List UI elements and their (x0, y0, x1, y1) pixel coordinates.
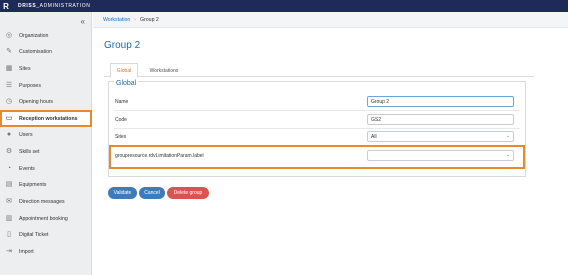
sidebar-item-label: Import (19, 249, 34, 255)
building-icon: ▦ (5, 65, 13, 72)
breadcrumb-separator: › (134, 16, 137, 23)
sidebar-item-skills-set[interactable]: ⚙ Skills set (0, 144, 92, 160)
brand-logo[interactable]: R (0, 0, 12, 12)
cancel-button[interactable]: Cancel (139, 187, 165, 199)
sidebar-item-label: Skills set (19, 149, 40, 155)
sites-label: Sites (115, 134, 127, 140)
breadcrumb-current: Group 2 (140, 16, 159, 23)
sidebar-item-sites[interactable]: ▦ Sites (0, 61, 92, 77)
page-title: Group 2 (104, 40, 141, 51)
calendar-icon: ▥ (5, 215, 13, 222)
clock-icon: ◷ (5, 98, 13, 105)
sidebar-item-purposes[interactable]: ☰ Purposes (0, 78, 92, 94)
user-icon: ● (6, 131, 12, 138)
sidebar-item-label: Equipments (19, 182, 47, 188)
sidebar-item-label: Appointment booking (19, 216, 68, 222)
sidebar-item-label: Direction messages (19, 199, 65, 205)
sidebar-item-label: Customisation (19, 49, 52, 55)
highlight-box-field (109, 145, 525, 169)
sidebar-item-equipments[interactable]: ▤ Equipments (0, 177, 92, 193)
fieldset-legend: Global (114, 80, 139, 87)
top-bar: R DRISS_ADMINISTRATION (0, 0, 568, 12)
import-icon: ⇥ (6, 248, 12, 255)
bell-icon: ◔ (6, 165, 12, 172)
row-divider (114, 110, 520, 111)
pencil-icon: ✎ (6, 48, 12, 55)
chevron-down-icon: ⌄ (505, 133, 510, 139)
tab-workstations[interactable]: Workstations (142, 63, 186, 78)
globe-icon: ◎ (5, 32, 13, 39)
message-icon: ✉ (6, 198, 12, 205)
sidebar-item-organization[interactable]: ◎ Organization (0, 28, 92, 44)
sidebar-item-label: Purposes (19, 83, 41, 89)
tab-global[interactable]: Global (110, 63, 138, 78)
sidebar-item-direction-messages[interactable]: ✉ Direction messages (0, 194, 92, 210)
sidebar-item-digital-ticket[interactable]: ▯ Digital Ticket (0, 227, 92, 243)
equipment-icon: ▤ (5, 181, 13, 188)
breadcrumb-parent-link[interactable]: Workstation (103, 17, 130, 23)
row-divider (114, 128, 520, 129)
sidebar-item-label: Organization (19, 33, 49, 39)
sidebar-item-appointment-booking[interactable]: ▥ Appointment booking (0, 211, 92, 227)
gear-icon: ⚙ (5, 148, 13, 155)
sidebar-item-label: Users (19, 132, 33, 138)
sidebar-item-label: Events (19, 166, 35, 172)
sites-select-value: All (371, 133, 377, 140)
tab-bar: Global Workstations (104, 61, 534, 78)
breadcrumb: Workstation › Group 2 (93, 12, 568, 28)
name-field[interactable]: Group 2 (367, 96, 514, 107)
sidebar-item-customisation[interactable]: ✎ Customisation (0, 44, 92, 60)
sidebar-item-opening-hours[interactable]: ◷ Opening hours (0, 94, 92, 110)
delete-group-button[interactable]: Delete group (167, 187, 209, 199)
sidebar-item-label: Digital Ticket (19, 232, 49, 238)
sidebar-item-events[interactable]: ◔ Events (0, 161, 92, 177)
sidebar-item-users[interactable]: ● Users (0, 127, 92, 143)
sidebar-item-label: Opening hours (19, 99, 54, 105)
name-label: Name (115, 99, 129, 105)
brand-name-rest: _ADMINISTRATION (36, 3, 91, 9)
code-label: Code (115, 117, 127, 123)
ticket-icon: ▯ (7, 231, 11, 238)
sites-select[interactable]: All ⌄ (367, 131, 514, 142)
brand-name-bold: DRISS (18, 3, 37, 9)
sidebar-item-import[interactable]: ⇥ Import (0, 244, 92, 260)
validate-button[interactable]: Validate (108, 187, 137, 199)
highlight-box-sidebar (0, 110, 92, 127)
code-field[interactable]: GS2 (367, 114, 514, 125)
sidebar-item-label: Sites (19, 66, 31, 72)
list-icon: ☰ (5, 82, 13, 89)
brand-name: DRISS_ADMINISTRATION (18, 3, 90, 9)
